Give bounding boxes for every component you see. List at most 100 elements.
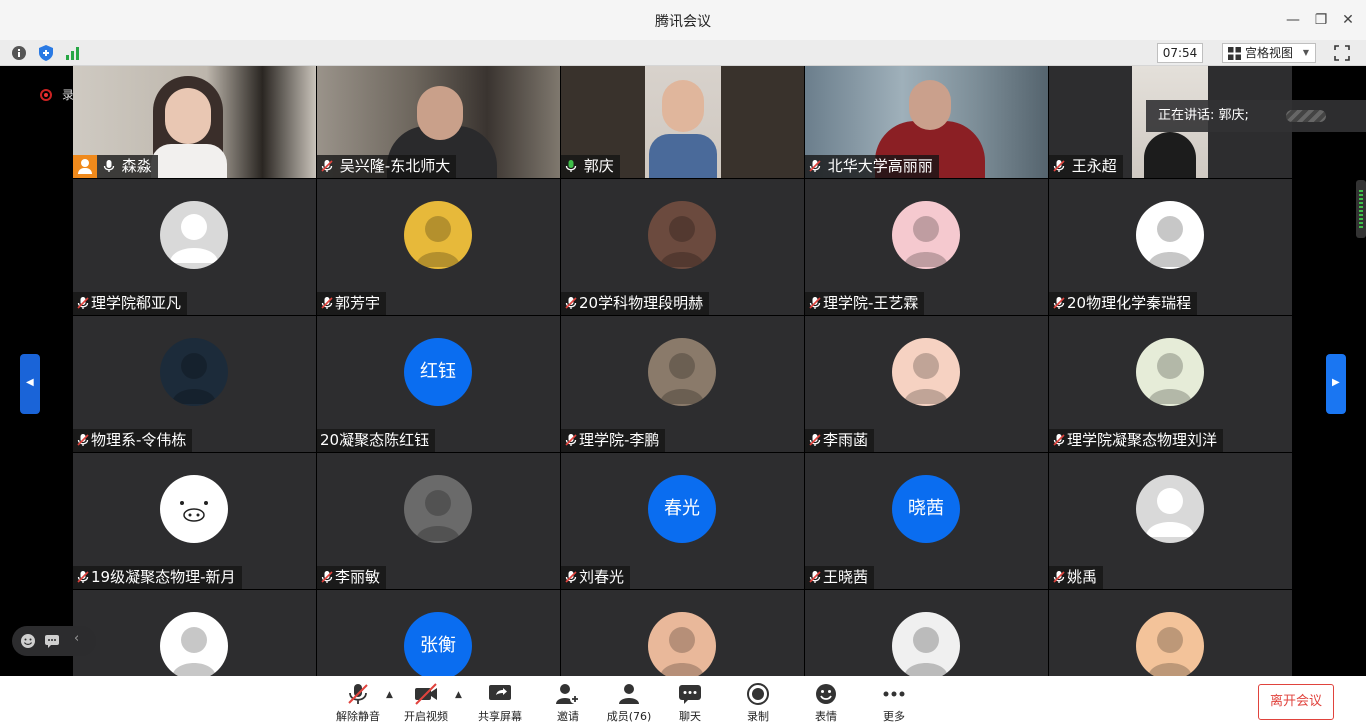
participant-tile[interactable]: 20物理化学秦瑞程 <box>1049 179 1292 315</box>
mic-muted-icon <box>809 571 821 583</box>
floating-chat-controls: ‹ <box>12 626 96 656</box>
avatar <box>1136 612 1204 676</box>
host-icon <box>73 155 97 178</box>
info-icon[interactable] <box>10 44 28 62</box>
avatar: 春光 <box>648 475 716 543</box>
participant-tile[interactable]: 李丽敏 <box>317 453 560 589</box>
avatar <box>648 338 716 406</box>
record-label: 录制 <box>747 710 769 723</box>
participant-name: 物理系-令伟栋 <box>91 431 187 449</box>
participant-tile[interactable]: 19级凝聚态物理-新月 <box>73 453 316 589</box>
participant-name: 理学院-王艺霖 <box>823 294 919 312</box>
participant-name: 北华大学高丽丽 <box>827 157 933 175</box>
chat-icon <box>679 685 701 704</box>
participant-tile[interactable]: 北华大学高丽丽 <box>805 66 1048 178</box>
title-bar: 腾讯会议 — ❐ ✕ <box>0 0 1366 40</box>
photo-avatar-icon <box>660 627 704 676</box>
pig-avatar-icon <box>180 501 208 522</box>
participant-tile[interactable]: 姚禹 <box>1049 453 1292 589</box>
mic-muted-icon <box>1053 434 1065 446</box>
participant-tile[interactable]: 物理系-令伟栋 <box>73 316 316 452</box>
invite-button[interactable]: 邀请 <box>538 682 598 724</box>
video-off-icon <box>415 683 437 705</box>
participant-tile[interactable]: 森淼 <box>73 66 316 178</box>
chevron-right-icon: ▶ <box>1332 377 1340 388</box>
participant-tile[interactable]: 吴兴隆-东北师大 <box>317 66 560 178</box>
participant-name-tag: 20学科物理段明赫 <box>561 292 710 315</box>
mic-muted-icon <box>321 297 333 309</box>
restore-button[interactable]: ❐ <box>1311 10 1331 30</box>
participant-name-tag: 郭庆 <box>561 155 620 178</box>
shield-icon[interactable] <box>37 44 55 62</box>
participant-name-tag: 理学院-李鹏 <box>561 429 666 452</box>
participant-name-tag: 物理系-令伟栋 <box>73 429 193 452</box>
default-avatar-icon <box>170 214 218 263</box>
mic-muted-icon <box>77 434 89 446</box>
previous-page-button[interactable]: ◀ <box>20 354 40 414</box>
participant-tile[interactable] <box>805 590 1048 676</box>
participant-name-tag: 吴兴隆-东北师大 <box>317 155 457 178</box>
view-mode-select[interactable]: 宫格视图 ▼ <box>1222 43 1316 63</box>
video-options-caret-icon[interactable]: ▲ <box>455 690 462 700</box>
participant-tile[interactable]: 理学院郗亚凡 <box>73 179 316 315</box>
participant-tile[interactable] <box>561 590 804 676</box>
photo-avatar-icon <box>172 353 216 404</box>
participant-tile[interactable]: 20学科物理段明赫 <box>561 179 804 315</box>
mic-muted-icon <box>565 571 577 583</box>
photo-avatar-icon <box>904 353 948 404</box>
mic-muted-icon <box>565 297 577 309</box>
audio-options-caret-icon[interactable]: ▲ <box>386 690 393 700</box>
photo-avatar-icon <box>1148 216 1192 267</box>
start-video-button[interactable]: 开启视频 <box>396 682 456 724</box>
leave-meeting-button[interactable]: 离开会议 <box>1258 684 1334 720</box>
next-page-button[interactable]: ▶ <box>1326 354 1346 414</box>
grid-icon <box>1228 47 1241 60</box>
participant-name-tag: 19级凝聚态物理-新月 <box>73 566 242 589</box>
participant-tile[interactable] <box>1049 590 1292 676</box>
participant-name-tag: 刘春光 <box>561 566 631 589</box>
record-button[interactable]: 录制 <box>728 682 788 724</box>
video-face <box>909 80 951 130</box>
avatar <box>648 612 716 676</box>
avatar <box>892 201 960 269</box>
record-icon <box>747 683 769 705</box>
window-title: 腾讯会议 <box>655 14 711 30</box>
chevron-left-icon: ◀ <box>26 377 34 388</box>
participant-tile[interactable] <box>73 590 316 676</box>
photo-avatar-icon <box>1148 627 1192 676</box>
signal-icon[interactable] <box>64 44 82 62</box>
fullscreen-icon[interactable] <box>1333 44 1351 62</box>
participant-tile[interactable]: 理学院-李鹏 <box>561 316 804 452</box>
participant-tile[interactable]: 红钰 20凝聚态陈红钰 <box>317 316 560 452</box>
participant-tile[interactable]: 晓茜 王晓茜 <box>805 453 1048 589</box>
share-screen-icon <box>489 685 511 700</box>
mic-muted-icon <box>809 160 821 172</box>
close-button[interactable]: ✕ <box>1338 10 1358 30</box>
mic-muted-icon <box>565 434 577 446</box>
minimize-button[interactable]: — <box>1283 10 1303 30</box>
participant-name-tag: 郭芳宇 <box>317 292 387 315</box>
unmute-button[interactable]: 解除静音 <box>328 682 388 724</box>
participant-name: 理学院-李鹏 <box>579 431 660 449</box>
participant-tile[interactable]: 理学院凝聚态物理刘洋 <box>1049 316 1292 452</box>
participant-tile[interactable]: 春光 刘春光 <box>561 453 804 589</box>
collapse-chevron-icon[interactable]: ‹ <box>74 631 79 646</box>
participant-tile[interactable]: 理学院-王艺霖 <box>805 179 1048 315</box>
photo-avatar-icon <box>660 353 704 404</box>
participant-name-tag: 王永超 <box>1049 155 1123 178</box>
participant-tile-active-speaker[interactable]: 郭庆 <box>561 66 804 178</box>
reactions-button[interactable]: 表情 <box>796 682 856 724</box>
participant-name: 郭庆 <box>583 157 614 175</box>
mic-active-icon <box>565 160 577 172</box>
participant-tile[interactable]: 郭芳宇 <box>317 179 560 315</box>
chat-bubble-icon[interactable] <box>44 633 60 649</box>
chat-button[interactable]: 聊天 <box>660 682 720 724</box>
video-clothing <box>649 134 717 178</box>
smiley-icon[interactable] <box>20 633 36 649</box>
more-button[interactable]: 更多 <box>864 682 924 724</box>
share-screen-button[interactable]: 共享屏幕 <box>470 682 530 724</box>
members-button[interactable]: 成员(76) <box>599 682 659 724</box>
video-face <box>417 86 463 140</box>
participant-tile[interactable]: 李雨菡 <box>805 316 1048 452</box>
participant-tile[interactable]: 张衡 <box>317 590 560 676</box>
